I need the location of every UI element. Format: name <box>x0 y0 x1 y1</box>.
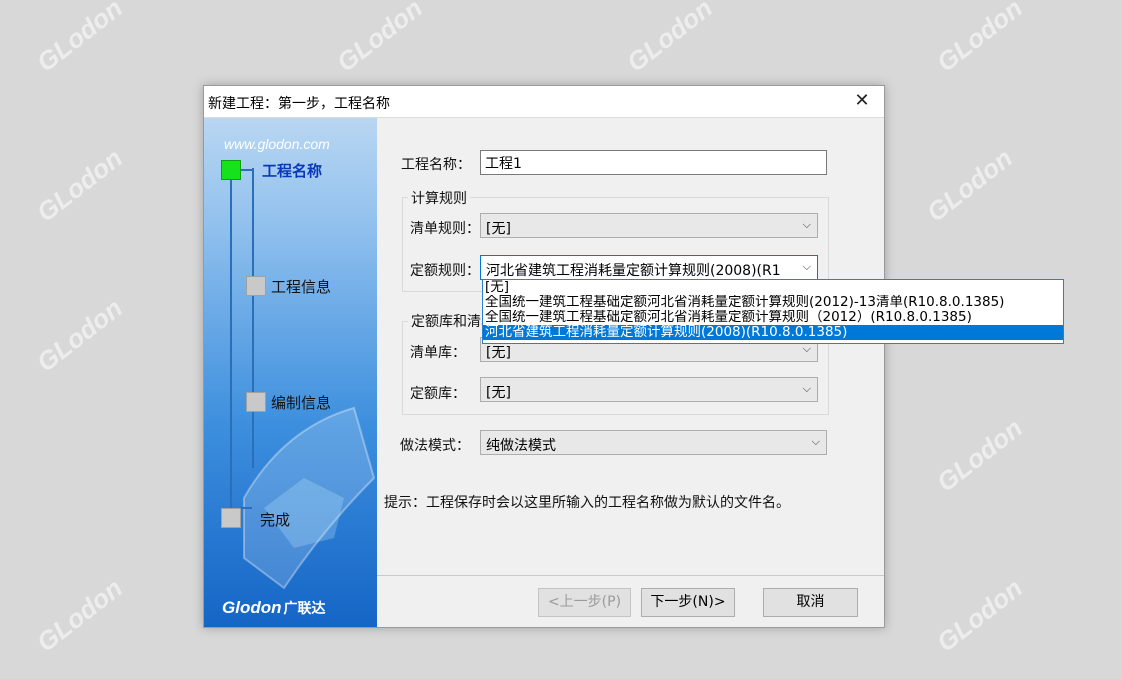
step-label-project-name: 工程名称 <box>262 162 323 180</box>
list-lib-label: 清单库： <box>410 345 466 361</box>
hint-text: 提示：工程保存时会以这里所输入的工程名称做为默认的文件名。 <box>384 495 790 511</box>
watermark: GLodon <box>331 0 429 78</box>
step-label-project-info: 工程信息 <box>271 278 332 296</box>
step-indicator-project-name <box>221 160 241 180</box>
chevron-down-icon: ⌵ <box>802 342 811 355</box>
watermark: GLodon <box>31 0 129 78</box>
watermark: GLodon <box>931 412 1029 498</box>
watermark: GLodon <box>931 0 1029 78</box>
dropdown-option[interactable]: 全国统一建筑工程基础定额河北省消耗量定额计算规则(2012)-13清单(R10.… <box>483 295 1063 310</box>
calc-rules-title: 计算规则 <box>408 188 470 208</box>
dropdown-option[interactable]: 全国统一建筑工程基础定额河北省消耗量定额计算规则（2012）(R10.8.0.1… <box>483 310 1063 325</box>
step-label-finish: 完成 <box>260 511 291 529</box>
brand-logo: Glodon 广联达 <box>222 598 326 617</box>
project-name-input[interactable]: 工程1 <box>480 150 827 175</box>
next-button[interactable]: 下一步(N)> <box>641 588 735 617</box>
step-indicator-finish <box>221 508 241 528</box>
prev-button[interactable]: <上一步(P) <box>538 588 631 617</box>
cancel-button[interactable]: 取消 <box>763 588 858 617</box>
watermark: GLodon <box>31 572 129 658</box>
step-connector <box>240 507 252 509</box>
method-label: 做法模式： <box>400 438 470 454</box>
step-connector <box>230 168 232 508</box>
list-rule-value: [无] <box>486 221 511 237</box>
step-connector <box>252 168 254 468</box>
watermark: GLodon <box>931 572 1029 658</box>
list-rule-select[interactable]: [无] ⌵ <box>480 213 818 238</box>
chevron-down-icon: ⌵ <box>811 435 820 448</box>
method-value: 纯做法模式 <box>486 438 556 454</box>
watermark: GLodon <box>31 142 129 228</box>
title-bar: 新建工程：第一步，工程名称 ✕ <box>204 86 884 118</box>
quota-rule-select[interactable]: 河北省建筑工程消耗量定额计算规则(2008)(R1 ⌵ <box>480 255 818 280</box>
site-url: www.glodon.com <box>224 136 330 152</box>
watermark: GLodon <box>921 142 1019 228</box>
list-rule-label: 清单规则： <box>410 221 480 237</box>
quota-lib-value: [无] <box>486 385 511 401</box>
watermark: GLodon <box>621 0 719 78</box>
close-icon[interactable]: ✕ <box>840 86 884 117</box>
step-label-compile-info: 编制信息 <box>271 394 332 412</box>
quota-rule-value: 河北省建筑工程消耗量定额计算规则(2008)(R1 <box>486 263 781 279</box>
wizard-sidebar: www.glodon.com 工程名称 工程信息 编制信息 完成 Glodon 广… <box>204 118 377 627</box>
dropdown-option[interactable]: [无] <box>483 280 1063 295</box>
chevron-down-icon: ⌵ <box>802 218 811 231</box>
dropdown-option-selected[interactable]: 河北省建筑工程消耗量定额计算规则(2008)(R10.8.0.1385) <box>483 325 1063 340</box>
list-lib-value: [无] <box>486 345 511 361</box>
footer-divider <box>377 575 884 576</box>
method-select[interactable]: 纯做法模式 ⌵ <box>480 430 827 455</box>
chevron-down-icon: ⌵ <box>802 382 811 395</box>
quota-lib-select[interactable]: [无] ⌵ <box>480 377 818 402</box>
new-project-dialog: 新建工程：第一步，工程名称 ✕ www.glodon.com 工程名称 工程信息… <box>203 85 885 628</box>
dialog-title: 新建工程：第一步，工程名称 <box>208 96 390 112</box>
step-indicator-project-info <box>246 276 266 296</box>
watermark: GLodon <box>31 292 129 378</box>
quota-lib-label: 定额库： <box>410 386 466 402</box>
chevron-down-icon: ⌵ <box>802 260 811 273</box>
quota-rule-label: 定额规则： <box>410 263 480 279</box>
quota-rule-dropdown-list[interactable]: [无] 全国统一建筑工程基础定额河北省消耗量定额计算规则(2012)-13清单(… <box>482 279 1064 344</box>
step-indicator-compile-info <box>246 392 266 412</box>
step-connector <box>240 169 252 171</box>
project-name-label: 工程名称： <box>401 157 471 173</box>
sidebar-logo-graphic <box>243 406 376 590</box>
